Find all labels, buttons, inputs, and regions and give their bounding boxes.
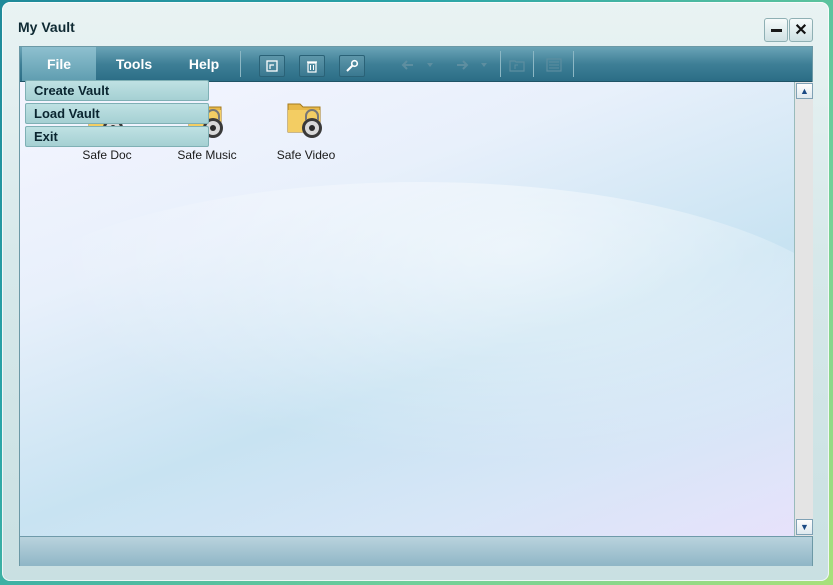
back-arrow-icon <box>401 60 413 70</box>
locked-folder-icon <box>284 96 328 142</box>
delete-button[interactable] <box>299 55 325 77</box>
folder-up-icon <box>509 60 525 72</box>
settings-button[interactable] <box>339 55 365 77</box>
wrench-icon <box>346 59 359 72</box>
status-bar <box>20 536 812 566</box>
vault-content-area: Safe Doc Safe Music Safe Video <box>20 82 794 536</box>
minimize-button[interactable] <box>764 18 788 42</box>
forward-dropdown[interactable] <box>477 55 491 75</box>
back-button[interactable] <box>397 55 421 75</box>
scroll-up-button[interactable]: ▲ <box>796 83 813 99</box>
new-vault-icon <box>266 60 278 72</box>
menu-help[interactable]: Help <box>170 47 238 81</box>
toolbar-separator <box>533 51 534 77</box>
chevron-down-icon <box>481 63 487 67</box>
trash-icon <box>307 61 317 73</box>
scroll-down-icon: ▼ <box>800 522 809 532</box>
close-button[interactable]: ✕ <box>789 18 813 42</box>
vault-item-safe-video[interactable]: Safe Video <box>256 96 356 162</box>
menu-tools[interactable]: Tools <box>98 47 170 81</box>
back-dropdown[interactable] <box>423 55 437 75</box>
window-title: My Vault <box>18 19 75 35</box>
menu-file[interactable]: File <box>22 47 96 81</box>
folder-up-button[interactable] <box>505 55 529 75</box>
item-label: Safe Doc <box>82 148 132 162</box>
toolbar-separator <box>240 51 241 77</box>
forward-arrow-icon <box>457 60 469 70</box>
vertical-scrollbar[interactable]: ▲ ▼ <box>794 82 813 536</box>
menu-item-exit[interactable]: Exit <box>25 126 209 147</box>
menu-toolbar: File Tools Help <box>20 47 812 82</box>
menu-item-load-vault[interactable]: Load Vault <box>25 103 209 124</box>
scroll-down-button[interactable]: ▼ <box>796 519 813 535</box>
chevron-down-icon <box>427 63 433 67</box>
item-label: Safe Music <box>177 148 237 162</box>
list-view-icon <box>546 58 562 72</box>
toolbar-separator <box>500 51 501 77</box>
minimize-icon <box>770 28 782 32</box>
menu-item-create-vault[interactable]: Create Vault <box>25 80 209 101</box>
forward-button[interactable] <box>451 55 475 75</box>
app-window: My Vault ✕ File Tools Help Safe Doc Safe… <box>2 2 829 581</box>
new-vault-button[interactable] <box>259 55 285 77</box>
scroll-up-icon: ▲ <box>800 86 809 96</box>
close-icon: ✕ <box>794 22 808 39</box>
item-label: Safe Video <box>276 148 336 162</box>
toolbar-separator <box>573 51 574 77</box>
file-dropdown-menu: Create Vault Load Vault Exit <box>25 80 209 149</box>
view-button[interactable] <box>542 55 566 75</box>
